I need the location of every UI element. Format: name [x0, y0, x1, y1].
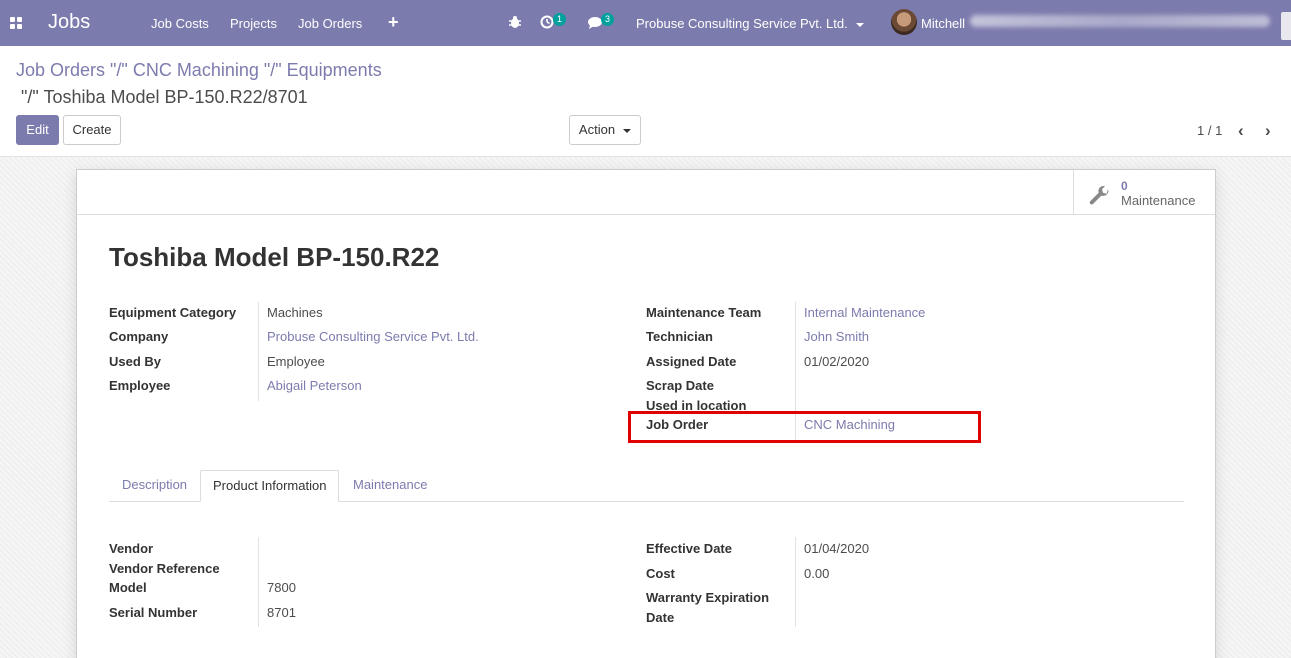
tab-product-information[interactable]: Product Information	[200, 470, 340, 502]
field-value-technician-link[interactable]: John Smith	[804, 329, 869, 344]
field-label-scrap-date: Scrap Date	[646, 378, 714, 393]
more-menu-plus-icon[interactable]: +	[388, 12, 399, 33]
menu-job-orders[interactable]: Job Orders	[298, 16, 362, 31]
action-caret-icon	[623, 128, 632, 133]
field-label-warranty-expiration: Warranty Expiration	[646, 590, 770, 605]
job-order-highlight-box	[628, 411, 981, 443]
maintenance-label: Maintenance	[1121, 193, 1196, 208]
field-label-vendor-reference: Vendor Reference	[109, 561, 220, 576]
field-value-used-by: Employee	[267, 354, 325, 369]
tab-description[interactable]: Description	[110, 470, 199, 502]
field-label-vendor: Vendor	[109, 541, 154, 556]
create-button[interactable]: Create	[63, 115, 121, 145]
company-dropdown-caret-icon	[855, 22, 864, 27]
field-label-serial-number: Serial Number	[109, 605, 198, 620]
edit-button[interactable]: Edit	[16, 115, 59, 145]
pager-previous-icon[interactable]: ‹	[1238, 121, 1244, 141]
apps-menu-icon[interactable]	[10, 17, 22, 29]
field-value-employee-link[interactable]: Abigail Peterson	[267, 378, 362, 393]
breadcrumb-link[interactable]: Job Orders "/" CNC Machining "/" Equipme…	[16, 60, 382, 81]
field-value-maintenance-team-link[interactable]: Internal Maintenance	[804, 305, 925, 320]
top-navbar: Jobs Job Costs Projects Job Orders + 1 3…	[0, 0, 1291, 46]
pager-next-icon[interactable]: ›	[1265, 121, 1271, 141]
messages-count-badge: 3	[601, 13, 614, 26]
navbar-edge-tab	[1281, 12, 1291, 40]
field-label-used-by: Used By	[109, 354, 162, 369]
field-label-company: Company	[109, 329, 169, 344]
product-right-separator	[795, 537, 796, 627]
maintenance-count: 0	[1121, 179, 1128, 193]
field-value-cost: 0.00	[804, 566, 830, 581]
company-switcher[interactable]: Probuse Consulting Service Pvt. Ltd.	[636, 16, 864, 31]
app-name: Jobs	[48, 11, 91, 33]
wrench-icon	[1089, 186, 1109, 205]
product-left-separator	[258, 537, 259, 627]
menu-projects[interactable]: Projects	[230, 16, 277, 31]
field-label-employee: Employee	[109, 378, 171, 393]
blurred-user-details	[970, 15, 1270, 27]
field-label-warranty-expiration-line2: Date	[646, 610, 675, 625]
field-label-maintenance-team: Maintenance Team	[646, 305, 762, 320]
activity-count-badge: 1	[553, 13, 566, 26]
field-label-effective-date: Effective Date	[646, 541, 732, 556]
form-sheet: 0 Maintenance Toshiba Model BP-150.R22 E…	[76, 169, 1216, 658]
field-value-company-link[interactable]: Probuse Consulting Service Pvt. Ltd.	[267, 329, 479, 344]
field-label-assigned-date: Assigned Date	[646, 354, 737, 369]
company-name: Probuse Consulting Service Pvt. Ltd.	[636, 16, 848, 31]
action-dropdown-button[interactable]: Action	[569, 115, 641, 145]
field-label-equipment-category: Equipment Category	[109, 305, 237, 320]
tab-maintenance[interactable]: Maintenance	[341, 470, 439, 502]
smart-button-box: 0 Maintenance	[77, 170, 1215, 215]
bug-icon[interactable]	[508, 15, 522, 29]
user-name[interactable]: Mitchell	[921, 16, 965, 31]
field-label-technician: Technician	[646, 329, 713, 344]
menu-job-costs[interactable]: Job Costs	[151, 16, 209, 31]
left-group-separator	[258, 302, 259, 401]
field-value-model: 7800	[267, 580, 296, 595]
field-label-model: Model	[109, 580, 147, 595]
field-value-serial-number: 8701	[267, 605, 296, 620]
field-value-effective-date: 01/04/2020	[804, 541, 870, 556]
activity-clock-icon[interactable]	[540, 15, 554, 29]
pager-value: 1 / 1	[1197, 123, 1223, 138]
breadcrumb-current: "/" Toshiba Model BP-150.R22/8701	[21, 87, 308, 107]
record-title: Toshiba Model BP-150.R22	[109, 242, 440, 272]
field-value-assigned-date: 01/02/2020	[804, 354, 870, 369]
maintenance-smart-button[interactable]: 0 Maintenance	[1073, 170, 1215, 214]
field-value-equipment-category: Machines	[267, 305, 323, 320]
user-avatar[interactable]	[891, 9, 917, 35]
field-label-cost: Cost	[646, 566, 675, 581]
action-label: Action	[578, 122, 616, 137]
